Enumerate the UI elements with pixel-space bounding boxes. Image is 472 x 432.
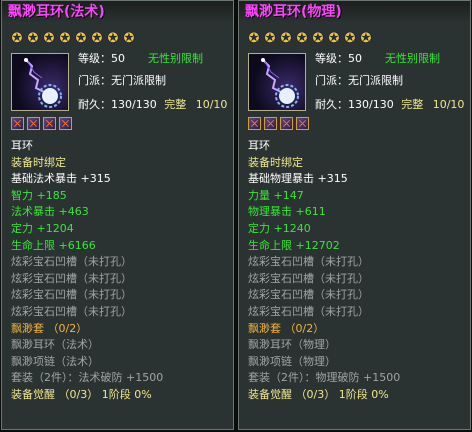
attribute-line: 智力 +185: [11, 188, 67, 202]
socket-row: [248, 117, 312, 133]
attribute-line: 耳环: [248, 139, 270, 152]
attribute-line: 炫彩宝石凹槽（未打孔）: [248, 304, 369, 318]
empty-socket-icon: [43, 117, 56, 130]
item-title: 飘渺耳环(法术): [2, 1, 233, 23]
attribute-line: 定力 +1204: [11, 221, 74, 235]
attribute-list: 耳环装备时绑定基础物理暴击 +315 力量 +147 物理暴击 +611 定力 +12…: [248, 138, 400, 404]
attribute-list: 耳环装备时绑定基础法术暴击 +315 智力 +185 法术暴击 +463 定力 +12…: [11, 138, 163, 404]
star-icon: ✪: [59, 31, 71, 46]
star-icon: ✪: [328, 31, 340, 46]
star-rating: ✪ ✪ ✪ ✪ ✪ ✪ ✪ ✪: [10, 32, 138, 46]
item-tooltip-magic: 飘渺耳环(法术) ✪ ✪ ✪ ✪ ✪ ✪ ✪ ✪ 等级：50 无性别限制 门派：无门派限制 耐…: [1, 0, 234, 430]
attribute-line: 炫彩宝石凹槽（未打孔）: [11, 255, 132, 269]
earring-icon: [248, 53, 306, 111]
attribute-line: 装备时绑定: [11, 155, 66, 169]
empty-socket-icon: [248, 117, 261, 130]
attribute-line: 耳环: [11, 139, 33, 152]
item-title: 飘渺耳环(物理): [239, 1, 470, 23]
attribute-line: 飘渺项链（法术）: [11, 354, 99, 368]
attribute-line: 生命上限 +12702: [248, 238, 340, 252]
attribute-line: 套装（2件）：物理破防 +1500: [248, 371, 401, 385]
attribute-line: 力量 +147: [248, 188, 304, 202]
durability-value: 130/130: [111, 98, 157, 111]
sect-restriction: 门派：无门派限制: [315, 74, 403, 87]
level-value: 50: [111, 52, 125, 65]
attribute-line: 飘渺套 （0/2）: [11, 321, 88, 335]
attribute-line: 炫彩宝石凹槽（未打孔）: [11, 271, 132, 285]
attribute-line: 炫彩宝石凹槽（未打孔）: [248, 255, 369, 269]
attribute-line: 定力 +1240: [248, 221, 311, 235]
attribute-line: 基础法术暴击 +315: [11, 172, 111, 186]
durability-value: 130/130: [348, 98, 394, 111]
attribute-line: 装备时绑定: [248, 155, 303, 169]
durability-label: 耐久：: [78, 98, 111, 111]
empty-socket-icon: [27, 117, 40, 130]
durability-label: 耐久：: [315, 98, 348, 111]
attribute-line: 炫彩宝石凹槽（未打孔）: [11, 304, 132, 318]
gender-restriction: 无性别限制: [148, 52, 203, 65]
star-icon: ✪: [264, 31, 276, 46]
star-icon: ✪: [11, 31, 23, 46]
star-icon: ✪: [75, 31, 87, 46]
empty-socket-icon: [280, 117, 293, 130]
star-rating: ✪ ✪ ✪ ✪ ✪ ✪ ✪ ✪: [247, 32, 375, 46]
attribute-line: 飘渺套 （0/2）: [248, 321, 325, 335]
sect-restriction: 门派：无门派限制: [78, 74, 166, 87]
durability-row: 耐久：130/130 完整 10/10: [315, 98, 464, 112]
level-row: 等级：50: [78, 52, 125, 66]
star-icon: ✪: [312, 31, 324, 46]
level-value: 50: [348, 52, 362, 65]
earring-icon: [11, 53, 69, 111]
attribute-line: 飘渺耳环（法术）: [11, 338, 99, 352]
attribute-line: 基础物理暴击 +315: [248, 172, 348, 186]
condition-value: 10/10: [432, 98, 465, 111]
star-icon: ✪: [360, 31, 372, 46]
gender-restriction: 无性别限制: [385, 52, 440, 65]
star-icon: ✪: [248, 31, 260, 46]
empty-socket-icon: [59, 117, 72, 130]
empty-socket-icon: [264, 117, 277, 130]
socket-row: [11, 117, 75, 133]
attribute-line: 物理暴击 +611: [248, 205, 326, 219]
durability-row: 耐久：130/130 完整 10/10: [78, 98, 227, 112]
attribute-line: 炫彩宝石凹槽（未打孔）: [248, 271, 369, 285]
star-icon: ✪: [91, 31, 103, 46]
condition-value: 10/10: [195, 98, 228, 111]
condition-label: 完整: [164, 98, 187, 111]
attribute-line: 生命上限 +6166: [11, 238, 96, 252]
attribute-line: 装备觉醒 （0/3） 1阶段 0%: [248, 387, 389, 401]
star-icon: ✪: [43, 31, 55, 46]
attribute-line: 炫彩宝石凹槽（未打孔）: [11, 288, 132, 302]
condition-label: 完整: [401, 98, 424, 111]
level-row: 等级：50: [315, 52, 362, 66]
attribute-line: 套装（2件）：法术破防 +1500: [11, 371, 164, 385]
item-tooltip-physical: 飘渺耳环(物理) ✪ ✪ ✪ ✪ ✪ ✪ ✪ ✪ 等级：50 无性别限制 门派：无门派限制 耐…: [238, 0, 471, 430]
star-icon: ✪: [27, 31, 39, 46]
empty-socket-icon: [296, 117, 309, 130]
attribute-line: 炫彩宝石凹槽（未打孔）: [248, 288, 369, 302]
star-icon: ✪: [280, 31, 292, 46]
star-icon: ✪: [123, 31, 135, 46]
level-label: 等级：: [78, 52, 111, 65]
star-icon: ✪: [344, 31, 356, 46]
attribute-line: 法术暴击 +463: [11, 205, 89, 219]
level-label: 等级：: [315, 52, 348, 65]
attribute-line: 飘渺项链（物理）: [248, 354, 336, 368]
attribute-line: 飘渺耳环（物理）: [248, 338, 336, 352]
empty-socket-icon: [11, 117, 24, 130]
star-icon: ✪: [296, 31, 308, 46]
star-icon: ✪: [107, 31, 119, 46]
attribute-line: 装备觉醒 （0/3） 1阶段 0%: [11, 387, 152, 401]
